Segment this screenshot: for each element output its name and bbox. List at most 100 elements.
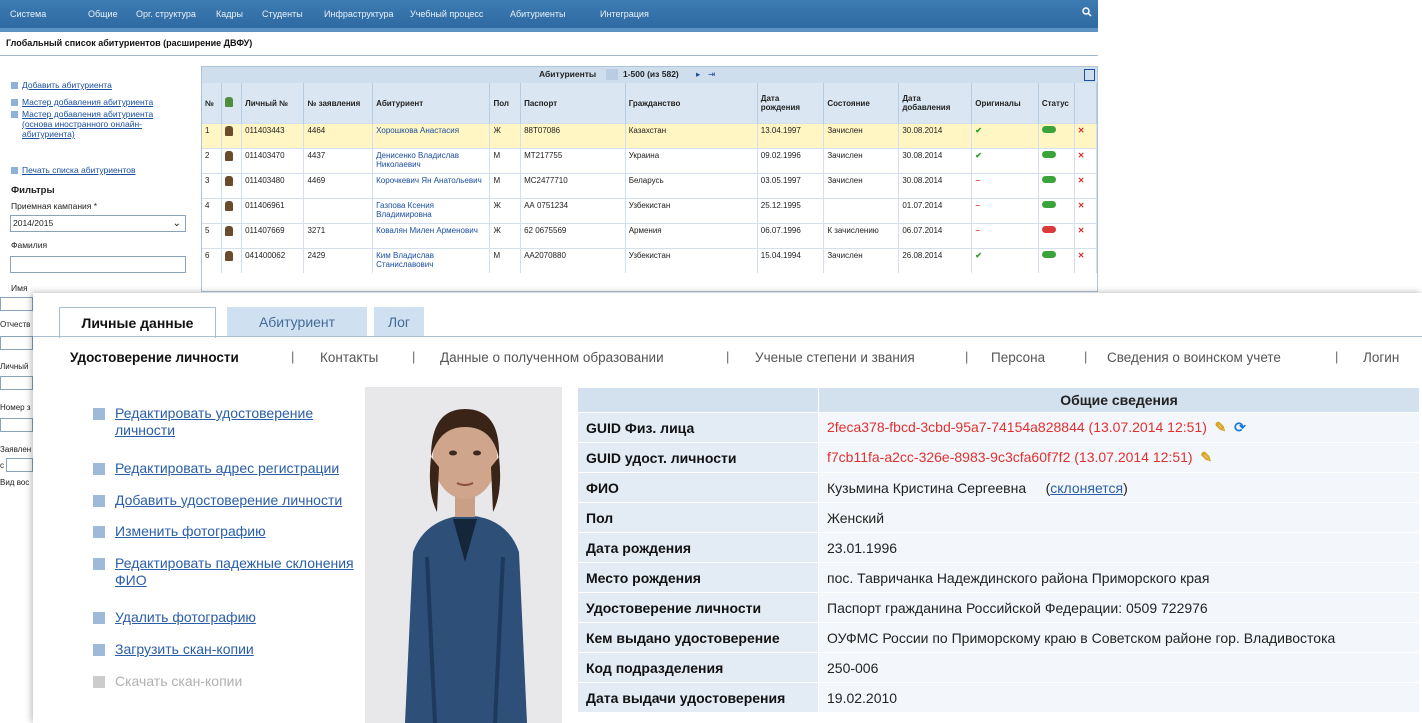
delete-icon[interactable]: ✕ <box>1078 176 1085 185</box>
col-sex[interactable]: Пол <box>489 83 522 124</box>
status-toggle-icon[interactable] <box>1041 126 1056 133</box>
status-toggle-icon[interactable] <box>1041 176 1056 183</box>
guid-document-cell: f7cb11fa-a2cc-326e-8983-9c3cfa60f7f2 (13… <box>818 442 1420 473</box>
subtab-education[interactable]: Данные о полученном образовании <box>440 350 664 365</box>
pencil-icon[interactable]: ✎ <box>1215 419 1227 435</box>
date-from-input[interactable] <box>6 458 33 472</box>
edit-registration-address-action[interactable]: Редактировать адрес регистрации <box>93 460 385 477</box>
edit-name-declensions-action[interactable]: Редактировать падежные склонения ФИО <box>93 555 375 589</box>
person-icon[interactable] <box>225 151 234 161</box>
table-row[interactable]: 5 011407669 3271 Ковалян Милен Арменович Ж 62… <box>202 223 1098 249</box>
delete-icon[interactable]: ✕ <box>1078 226 1085 235</box>
search-icon[interactable] <box>1082 0 1092 28</box>
add-applicant-link[interactable]: Добавить абитуриента <box>11 80 182 90</box>
status-toggle-icon[interactable] <box>1041 151 1056 158</box>
col-state[interactable]: Состояние <box>823 83 900 124</box>
applicant-name[interactable]: Газпова Ксения Владимировна <box>376 201 434 219</box>
delete-icon[interactable]: ✕ <box>1078 251 1085 260</box>
state-cell: Зачислен <box>823 123 900 149</box>
col-application-number[interactable]: № заявления <box>303 83 374 124</box>
status-toggle-icon[interactable] <box>1041 251 1056 258</box>
table-row[interactable]: 3 011403480 4469 Корочкевич Ян Анатольевич М… <box>202 173 1098 199</box>
nav-item-study-process[interactable]: Учебный процесс <box>410 0 483 28</box>
col-applicant[interactable]: Абитуриент <box>372 83 491 124</box>
applicant-name[interactable]: Корочкевич Ян Анатольевич <box>376 176 482 185</box>
edit-identity-document-action[interactable]: Редактировать удостоверение личности <box>93 405 355 439</box>
sex-cell: Ж <box>489 198 522 224</box>
nav-item-students[interactable]: Студенты <box>262 0 303 28</box>
subtab-military[interactable]: Сведения о воинском учете <box>1107 350 1281 365</box>
person-icon[interactable] <box>225 176 234 186</box>
col-birth-date[interactable]: Дата рождения <box>757 83 825 124</box>
col-added-date[interactable]: Дата добавления <box>898 83 973 124</box>
declension-link[interactable]: склоняется <box>1050 480 1123 496</box>
add-identity-document-action[interactable]: Добавить удостоверение личности <box>93 492 395 509</box>
nav-item-staff[interactable]: Кадры <box>216 0 243 28</box>
personal-number-input[interactable] <box>0 376 33 390</box>
applicant-photo <box>365 387 562 723</box>
delete-icon[interactable]: ✕ <box>1078 151 1085 160</box>
person-icon[interactable] <box>225 226 234 236</box>
passport: АА 0751234 <box>524 201 569 210</box>
applicant-name[interactable]: Ковалян Милен Арменович <box>376 226 478 235</box>
delete-icon[interactable]: ✕ <box>1078 201 1085 210</box>
pencil-icon[interactable]: ✎ <box>1200 449 1212 465</box>
status-toggle-icon[interactable] <box>1041 201 1056 208</box>
refresh-icon[interactable]: ⟳ <box>1234 419 1246 435</box>
subtab-degrees[interactable]: Ученые степени и звания <box>755 350 915 365</box>
col-number[interactable]: № <box>202 83 223 124</box>
table-row[interactable]: 4 011406961 Газпова Ксения Владимировна Ж АА… <box>202 198 1098 224</box>
nav-item-integration[interactable]: Интеграция <box>600 0 649 28</box>
col-citizenship[interactable]: Гражданство <box>625 83 758 124</box>
checkbox-icon[interactable] <box>225 97 234 107</box>
foreign-applicant-wizard-link[interactable]: Мастер добавления абитуриента (основа ин… <box>11 109 182 139</box>
nav-item-general[interactable]: Общие <box>88 0 118 28</box>
nav-item-applicants[interactable]: Абитуриенты <box>510 0 565 28</box>
table-row[interactable]: 1 011403443 4464 Хорошкова Анастасия Ж 88T070… <box>202 123 1098 149</box>
tab-applicant[interactable]: Абитуриент <box>227 307 367 337</box>
patronymic-input[interactable] <box>0 336 33 350</box>
prev-page-button[interactable] <box>606 69 618 80</box>
col-passport[interactable]: Паспорт <box>520 83 626 124</box>
birth-place-row: Место рождения пос. Тавричанка Надеждинс… <box>577 562 1420 593</box>
upload-scans-action[interactable]: Загрузить скан-копии <box>93 641 355 658</box>
subtab-contacts[interactable]: Контакты <box>320 350 378 365</box>
col-status[interactable]: Статус <box>1038 83 1075 124</box>
person-icon[interactable] <box>225 251 234 261</box>
state-cell <box>823 198 900 224</box>
nav-underline <box>0 28 1098 32</box>
subtab-identity-document[interactable]: Удостоверение личности <box>70 350 239 365</box>
tab-personal-data[interactable]: Личные данные <box>59 307 216 338</box>
nav-item-infrastructure[interactable]: Инфраструктура <box>324 0 394 28</box>
surname-input[interactable] <box>10 256 186 273</box>
table-row[interactable]: 2 011403470 4437 Денисенко Владислав Никола… <box>202 148 1098 174</box>
campaign-select[interactable]: 2014/2015 ⌄ <box>10 215 186 232</box>
page-title: Глобальный список абитуриентов (расширен… <box>6 38 253 48</box>
applicant-name[interactable]: Ким Владислав Станиславович <box>376 251 434 269</box>
last-page-button[interactable]: ⇥ <box>708 69 715 80</box>
col-originals[interactable]: Оригиналы <box>971 83 1039 124</box>
added-date-cell: 01.07.2014 <box>898 198 973 224</box>
print-applicants-link[interactable]: Печать списка абитуриентов <box>11 165 182 175</box>
person-icon[interactable] <box>225 126 234 136</box>
application-number-input[interactable] <box>0 418 33 432</box>
delete-cell: ✕ <box>1074 248 1098 273</box>
nav-item-org-structure[interactable]: Орг. структура <box>136 0 196 28</box>
subtab-login[interactable]: Логин <box>1363 350 1399 365</box>
delete-photo-action[interactable]: Удалить фотографию <box>93 609 355 626</box>
change-photo-action[interactable]: Изменить фотографию <box>93 523 355 540</box>
status-toggle-icon[interactable] <box>1041 226 1056 233</box>
nav-item-system[interactable]: Система <box>10 0 46 28</box>
subtab-person[interactable]: Персона <box>991 350 1045 365</box>
table-row[interactable]: 6 041400062 2429 Ким Владислав Станиславови… <box>202 248 1098 273</box>
tab-log[interactable]: Лог <box>374 307 424 337</box>
col-personal-number[interactable]: Личный № <box>241 83 305 124</box>
applicant-wizard-link[interactable]: Мастер добавления абитуриента <box>11 97 182 107</box>
name-input[interactable] <box>0 297 33 311</box>
applicant-name[interactable]: Хорошкова Анастасия <box>376 126 459 135</box>
next-page-button[interactable]: ▸ <box>696 69 700 80</box>
person-icon[interactable] <box>225 201 234 211</box>
column-settings-icon[interactable] <box>1084 69 1095 81</box>
delete-icon[interactable]: ✕ <box>1078 126 1085 135</box>
applicant-name[interactable]: Денисенко Владислав Николаевич <box>376 151 459 169</box>
